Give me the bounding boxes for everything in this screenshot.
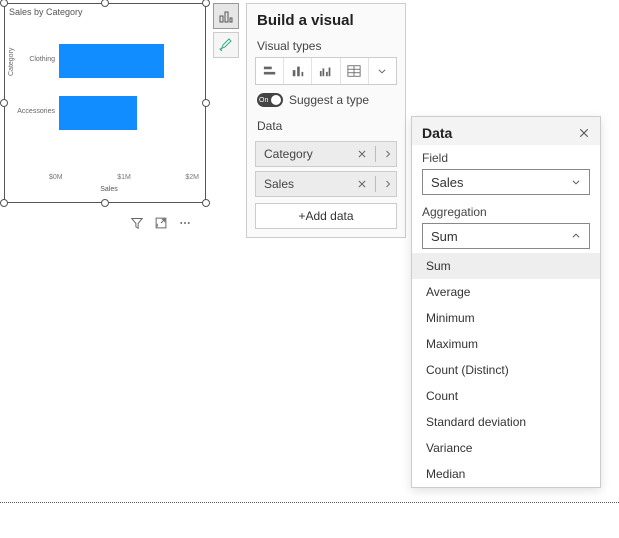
- aggregation-dropdown[interactable]: Sum: [422, 223, 590, 249]
- visual-type-stacked-bar[interactable]: [256, 58, 284, 84]
- x-axis-label: Sales: [19, 186, 199, 193]
- resize-handle-br[interactable]: [202, 199, 210, 207]
- field-pill-category[interactable]: Category: [255, 141, 397, 167]
- resize-handle-mr[interactable]: [202, 99, 210, 107]
- aggregation-option[interactable]: Standard deviation: [412, 409, 600, 435]
- data-popup: Data Field Sales Aggregation Sum SumAver…: [411, 116, 601, 488]
- chevron-down-icon: [377, 66, 387, 76]
- build-visual-tab-button[interactable]: [213, 3, 239, 29]
- visual-types-row: [255, 57, 397, 85]
- bar-label: Clothing: [29, 56, 55, 63]
- resize-handle-bl[interactable]: [0, 199, 8, 207]
- field-label: Field: [412, 145, 600, 167]
- x-axis-ticks: $0M$1M$2M: [19, 174, 199, 181]
- chevron-down-icon: [571, 177, 581, 187]
- format-visual-tab-button[interactable]: [213, 32, 239, 58]
- suggest-toggle[interactable]: On: [257, 93, 283, 107]
- filter-icon[interactable]: [130, 216, 144, 230]
- build-visual-panel: Build a visual Visual types On Suggest a…: [246, 3, 406, 238]
- bar-label: Accessories: [17, 108, 55, 115]
- visual-toolbar: [130, 216, 192, 230]
- aggregation-option[interactable]: Minimum: [412, 305, 600, 331]
- aggregation-option[interactable]: Variance: [412, 435, 600, 461]
- close-icon[interactable]: [578, 127, 590, 139]
- aggregation-option[interactable]: Average: [412, 279, 600, 305]
- aggregation-option[interactable]: Count (Distinct): [412, 357, 600, 383]
- bar-accessories[interactable]: Accessories: [59, 96, 137, 130]
- visual-type-column[interactable]: [284, 58, 312, 84]
- data-popup-title: Data: [422, 125, 452, 141]
- aggregation-option[interactable]: Count: [412, 383, 600, 409]
- add-data-button[interactable]: +Add data: [255, 203, 397, 229]
- visual-type-clustered-column[interactable]: [312, 58, 340, 84]
- visual-types-label: Visual types: [247, 33, 405, 57]
- focus-mode-icon[interactable]: [154, 216, 168, 230]
- chart-visual[interactable]: Sales by Category Category ClothingAcces…: [4, 3, 206, 203]
- suggest-label: Suggest a type: [289, 93, 369, 107]
- resize-handle-ml[interactable]: [0, 99, 8, 107]
- field-pill-sales[interactable]: Sales: [255, 171, 397, 197]
- resize-handle-bm[interactable]: [101, 199, 109, 207]
- remove-field-icon[interactable]: [357, 149, 367, 159]
- chart-plot-area: Category ClothingAccessories $0M$1M$2M S…: [19, 34, 199, 169]
- visual-type-table[interactable]: [341, 58, 369, 84]
- field-chevron-icon[interactable]: [384, 149, 392, 159]
- build-panel-title: Build a visual: [247, 4, 405, 33]
- field-dropdown[interactable]: Sales: [422, 169, 590, 195]
- bar-chart-icon: [218, 8, 234, 24]
- aggregation-label: Aggregation: [412, 199, 600, 221]
- data-section-label: Data: [247, 113, 405, 137]
- field-chevron-icon[interactable]: [384, 179, 392, 189]
- visual-type-more-dropdown[interactable]: [369, 58, 396, 84]
- aggregation-option[interactable]: Sum: [412, 253, 600, 279]
- y-axis-label: Category: [8, 48, 15, 76]
- more-options-icon[interactable]: [178, 216, 192, 230]
- bar-clothing[interactable]: Clothing: [59, 44, 164, 78]
- paintbrush-icon: [218, 37, 234, 53]
- aggregation-option[interactable]: Maximum: [412, 331, 600, 357]
- canvas-boundary: [0, 502, 619, 503]
- aggregation-options-list: SumAverageMinimumMaximumCount (Distinct)…: [412, 253, 600, 487]
- chevron-up-icon: [571, 231, 581, 241]
- resize-handle-tr[interactable]: [202, 0, 210, 7]
- remove-field-icon[interactable]: [357, 179, 367, 189]
- aggregation-option[interactable]: Median: [412, 461, 600, 487]
